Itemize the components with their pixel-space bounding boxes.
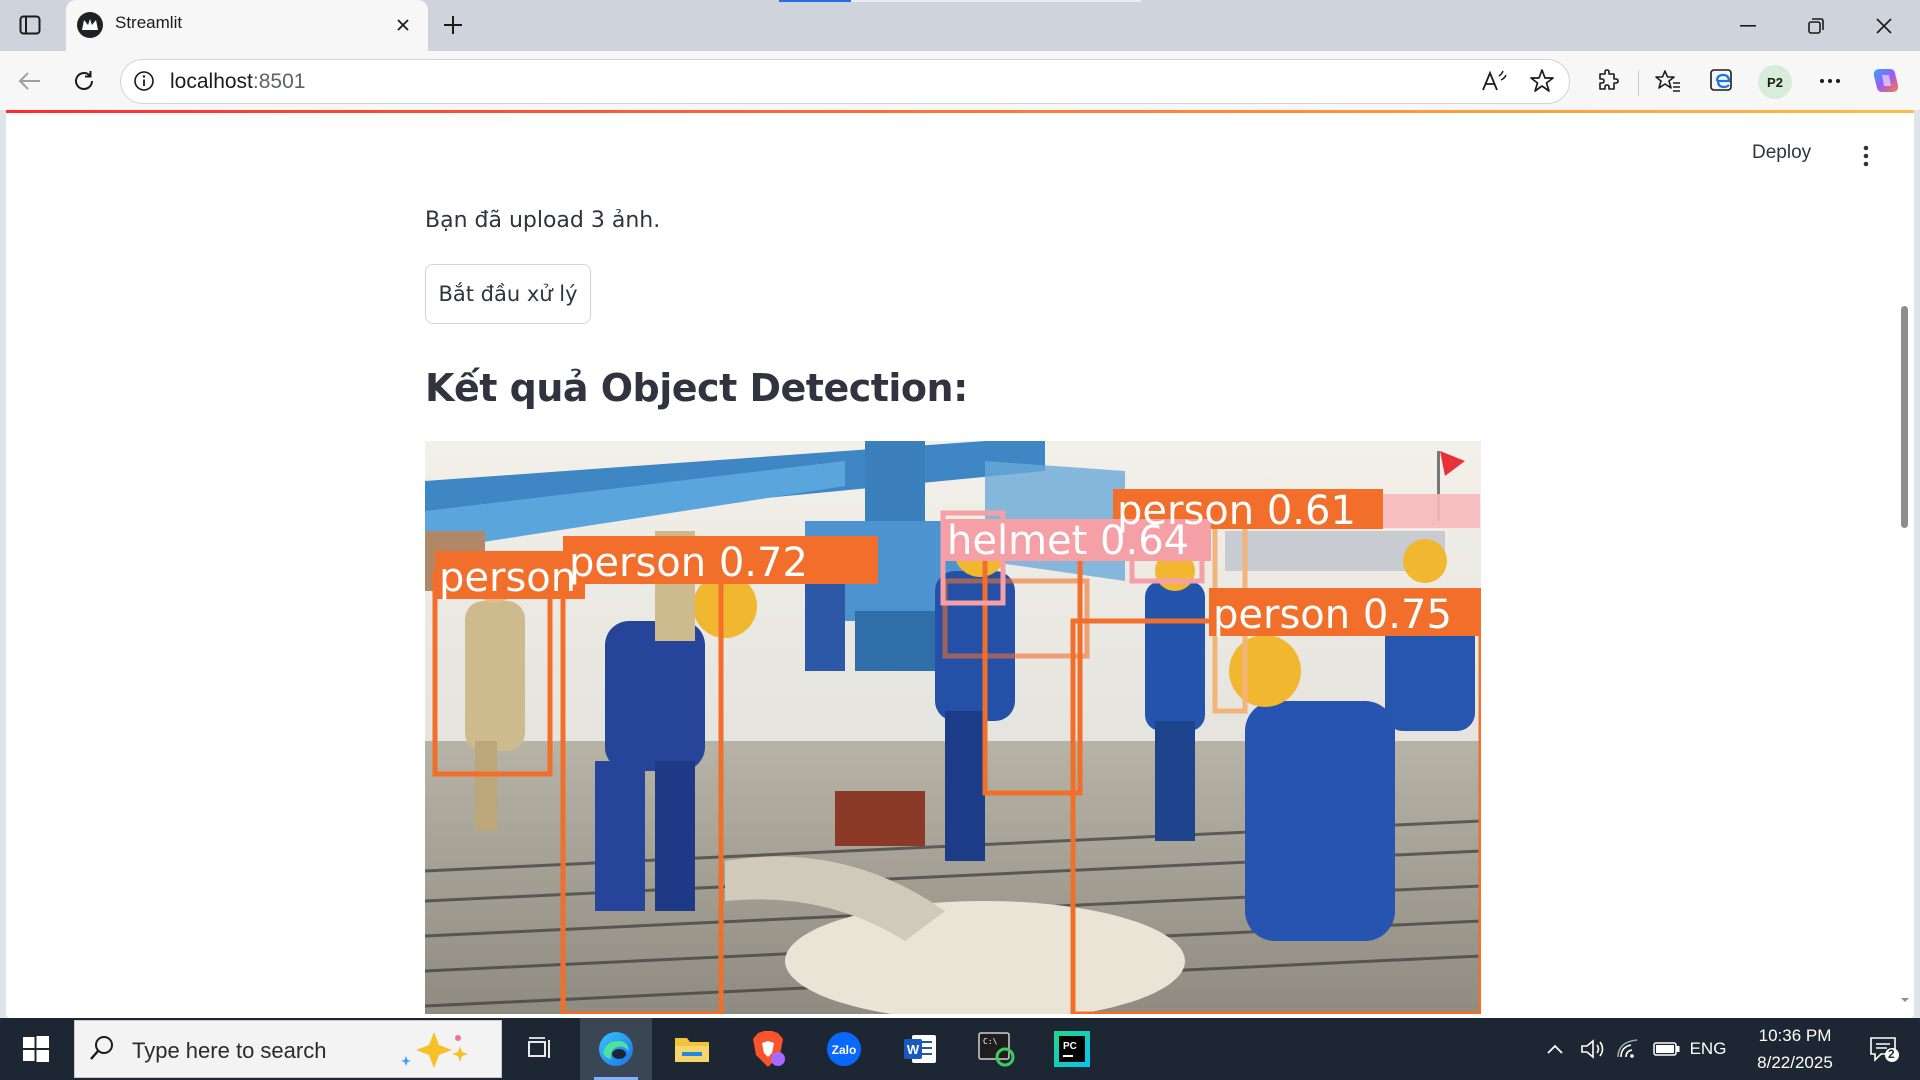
minimize-icon[interactable] bbox=[1714, 0, 1782, 51]
notification-count: 2 bbox=[1888, 1047, 1895, 1061]
edge-taskbar-icon[interactable] bbox=[580, 1018, 652, 1080]
address-bar[interactable] bbox=[120, 59, 1570, 104]
back-icon[interactable] bbox=[12, 63, 48, 99]
site-info-icon[interactable] bbox=[126, 63, 162, 99]
restore-icon[interactable] bbox=[1782, 0, 1850, 51]
task-view-icon[interactable] bbox=[504, 1018, 576, 1080]
notification-center-icon[interactable]: 2 bbox=[1856, 1018, 1912, 1080]
url-text[interactable]: localhost:8501 bbox=[170, 70, 305, 94]
detection-result-image: person person 0.72 person 0.61 helmet 0.… bbox=[425, 441, 1481, 1014]
svg-text:PC: PC bbox=[1063, 1041, 1077, 1052]
label-person-2: person 0.72 bbox=[569, 540, 808, 586]
word-icon[interactable]: W bbox=[884, 1018, 956, 1080]
start-processing-button[interactable]: Bắt đầu xử lý bbox=[425, 264, 591, 324]
page-scrollbar[interactable] bbox=[1894, 110, 1914, 1018]
battery-icon[interactable] bbox=[1650, 1018, 1684, 1080]
url-port: :8501 bbox=[252, 70, 306, 93]
loading-progress bbox=[779, 0, 1141, 2]
upload-info-text: Bạn đã upload 3 ảnh. bbox=[425, 208, 661, 233]
wifi-icon[interactable] bbox=[1614, 1018, 1644, 1080]
profile-avatar[interactable]: P2 bbox=[1758, 65, 1792, 99]
search-highlights-icon bbox=[394, 1030, 490, 1070]
windows-start-icon[interactable] bbox=[0, 1018, 72, 1080]
tab-actions-icon[interactable] bbox=[14, 12, 46, 38]
zalo-icon[interactable]: Zalo bbox=[808, 1018, 880, 1080]
streamlit-top-decoration bbox=[6, 110, 1914, 113]
new-tab-icon[interactable] bbox=[438, 10, 468, 40]
file-explorer-icon[interactable] bbox=[656, 1018, 728, 1080]
favorites-icon[interactable] bbox=[1650, 63, 1686, 99]
svg-text:W: W bbox=[907, 1042, 920, 1057]
favorite-star-icon[interactable] bbox=[1524, 63, 1560, 99]
close-tab-icon[interactable] bbox=[390, 12, 416, 38]
ie-mode-icon[interactable] bbox=[1704, 63, 1740, 99]
streamlit-favicon-icon bbox=[77, 12, 103, 38]
show-hidden-icons-icon[interactable] bbox=[1540, 1018, 1570, 1080]
command-prompt-icon[interactable]: C:\ bbox=[960, 1018, 1032, 1080]
toolbar-divider bbox=[1638, 70, 1639, 96]
svg-text:Zalo: Zalo bbox=[832, 1043, 857, 1057]
tab-title: Streamlit bbox=[115, 13, 183, 32]
scroll-down-icon[interactable] bbox=[1898, 994, 1912, 1006]
url-host: localhost bbox=[170, 70, 253, 93]
system-clock[interactable]: 10:36 PM 8/22/2025 bbox=[1740, 1018, 1850, 1080]
label-helmet: helmet 0.64 bbox=[947, 518, 1189, 564]
volume-icon[interactable] bbox=[1578, 1018, 1608, 1080]
clock-time: 10:36 PM bbox=[1758, 1026, 1832, 1045]
detection-scene: person person 0.72 person 0.61 helmet 0.… bbox=[425, 441, 1481, 1014]
label-person-1: person bbox=[439, 555, 576, 601]
language-indicator[interactable]: ENG bbox=[1688, 1018, 1728, 1080]
label-person-4: person 0.75 bbox=[1213, 592, 1452, 638]
main-menu-icon[interactable] bbox=[1852, 140, 1880, 172]
search-icon bbox=[88, 1034, 116, 1062]
scrollbar-thumb[interactable] bbox=[1901, 306, 1908, 528]
pycharm-icon[interactable]: PC bbox=[1036, 1018, 1108, 1080]
search-placeholder: Type here to search bbox=[132, 1038, 327, 1063]
extensions-icon[interactable] bbox=[1590, 63, 1626, 99]
svg-text:C:\: C:\ bbox=[983, 1037, 998, 1046]
close-window-icon[interactable] bbox=[1850, 0, 1918, 51]
copilot-icon[interactable] bbox=[1868, 63, 1904, 99]
clock-date: 8/22/2025 bbox=[1757, 1053, 1833, 1072]
more-options-icon[interactable] bbox=[1812, 63, 1848, 99]
brave-browser-icon[interactable] bbox=[732, 1018, 804, 1080]
deploy-button[interactable]: Deploy bbox=[1752, 142, 1811, 164]
results-heading: Kết quả Object Detection: bbox=[425, 366, 968, 410]
refresh-icon[interactable] bbox=[66, 63, 102, 99]
read-aloud-icon[interactable] bbox=[1476, 63, 1512, 99]
